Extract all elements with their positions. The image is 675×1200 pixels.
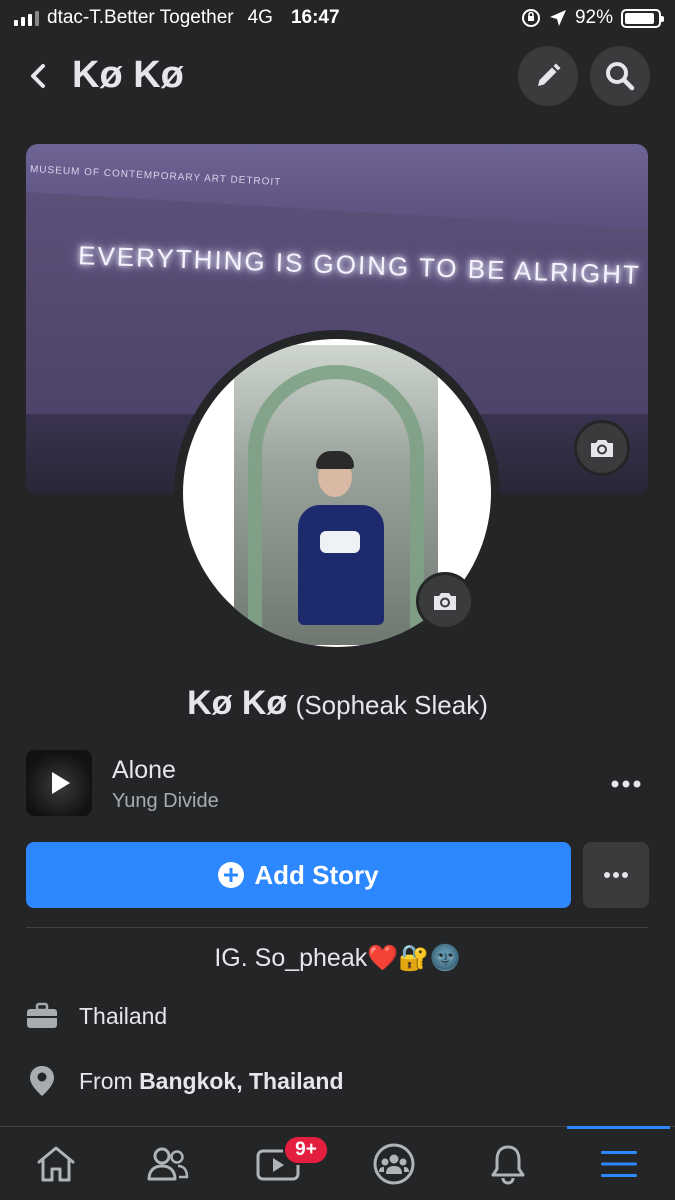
person-hair [316,451,354,469]
plus-circle-icon [218,862,245,888]
play-icon [52,772,70,794]
divider [26,927,648,928]
profile-name: Kø Kø (Sopheak Sleak) [0,684,675,723]
hometown-prefix: From [79,1067,140,1094]
hometown-detail[interactable]: From Bangkok, Thailand [26,1061,648,1101]
friends-icon [147,1147,189,1181]
menu-icon [601,1151,637,1177]
profile-header: Kø Kø [0,44,675,108]
add-story-label: Add Story [254,859,379,890]
orientation-lock-icon [521,9,540,27]
battery-percent: 92% [574,7,613,28]
bottom-tab-bar: 9+ [0,1126,675,1200]
profile-music-row[interactable]: Alone Yung Divide [26,750,648,818]
tab-home[interactable] [28,1139,84,1189]
profile-name-main: Kø Kø [187,684,288,722]
search-button[interactable] [590,46,650,106]
page-title: Kø Kø [72,54,184,96]
profile-photo-image [234,345,438,645]
camera-icon [434,593,456,610]
music-play-button[interactable] [26,750,92,816]
battery-fill [625,12,655,24]
profile-bio: IG. So_pheak❤️🔐🌚 [214,944,461,972]
work-detail[interactable]: Thailand [26,996,648,1036]
clock: 16:47 [290,7,340,28]
person-body [298,505,384,625]
status-right: 92% [521,7,664,29]
edit-cover-photo-button[interactable] [574,420,630,476]
carrier-name: dtac-T.Better Together [47,7,234,28]
battery-icon [621,8,664,28]
network-type: 4G [247,7,273,28]
bell-icon [491,1145,525,1185]
tab-notifications[interactable] [480,1139,536,1189]
edit-profile-picture-button[interactable] [416,572,474,630]
home-icon [37,1146,75,1182]
watch-notification-badge: 9+ [283,1135,329,1165]
briefcase-icon [26,1000,58,1032]
profile-more-button[interactable] [583,842,649,908]
chevron-left-icon [31,64,45,88]
edit-button[interactable] [518,46,578,106]
person-mask [320,531,360,553]
active-tab-indicator [567,1126,670,1129]
location-pin-icon [26,1065,58,1097]
signal-strength-icon [14,10,39,26]
profile-name-alternate: (Sopheak Sleak) [295,690,488,720]
back-button[interactable] [18,56,58,96]
work-text: Thailand [79,1002,168,1029]
music-title: Alone [112,756,176,784]
pencil-icon [538,63,561,86]
more-horizontal-icon [604,872,628,878]
more-horizontal-icon [611,780,641,788]
add-story-button[interactable]: Add Story [26,842,571,908]
tab-groups[interactable] [366,1139,422,1189]
cover-roof-text: MUSEUM OF CONTEMPORARY ART DETROIT [29,164,282,189]
search-icon [606,62,635,91]
tab-menu[interactable] [591,1139,647,1189]
status-bar: dtac-T.Better Together 4G 16:47 92% [0,0,675,36]
location-arrow-icon [549,10,566,26]
groups-icon [373,1143,415,1185]
music-artist: Yung Divide [112,790,219,812]
hometown-place: Bangkok, Thailand [139,1067,344,1094]
camera-icon [591,440,613,457]
tab-friends[interactable] [140,1139,196,1189]
music-more-button[interactable] [604,766,648,802]
